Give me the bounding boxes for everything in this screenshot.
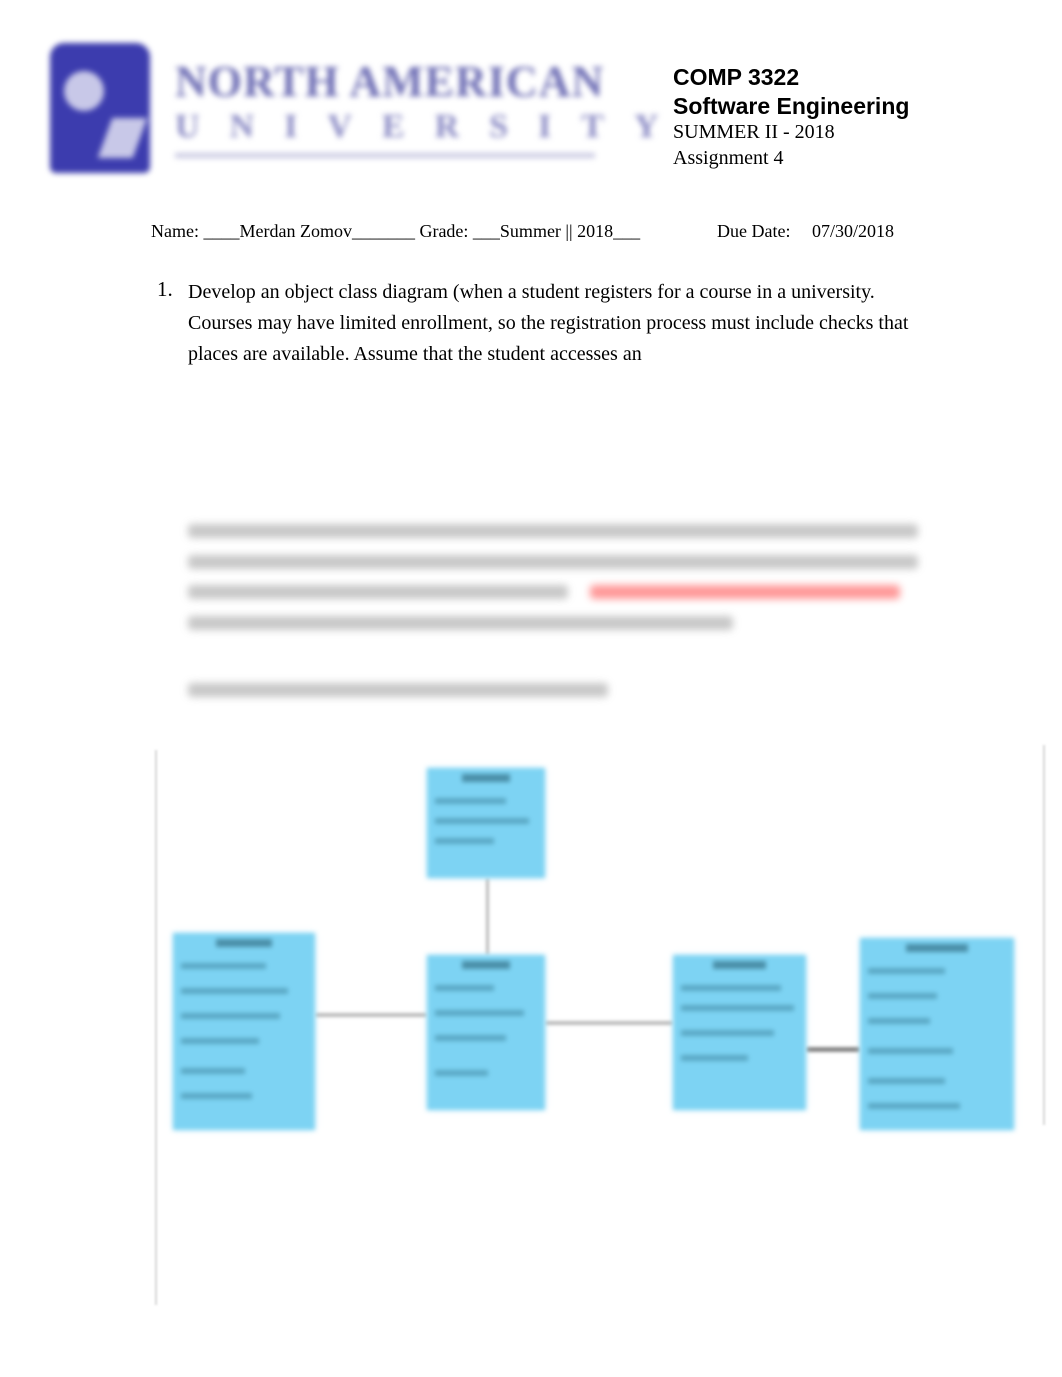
class-box	[673, 955, 806, 1110]
association-line	[806, 1047, 860, 1052]
class-box	[427, 955, 545, 1110]
blurred-highlight-text	[590, 585, 900, 599]
logo-line1: NORTH AMERICAN	[175, 57, 605, 106]
class-box	[427, 768, 545, 878]
class-box	[173, 933, 315, 1130]
blurred-text-line	[188, 524, 918, 538]
course-code: COMP 3322	[673, 64, 800, 90]
due-date-value: 07/30/2018	[812, 221, 895, 241]
class-box	[860, 938, 1014, 1130]
crest-icon	[50, 43, 150, 173]
blurred-text-line	[188, 683, 608, 697]
diagram-frame-left	[155, 750, 157, 1305]
association-line	[486, 878, 489, 955]
question-text: Develop an object class diagram (when a …	[188, 281, 909, 365]
term: SUMMER II - 2018	[673, 121, 835, 143]
question-number: 1.	[157, 277, 173, 301]
blurred-text-line	[188, 585, 568, 599]
assignment-label: Assignment 4	[673, 147, 784, 169]
name-grade-line: Name: ____Merdan Zomov_______ Grade: ___…	[151, 221, 641, 241]
due-date-label: Due Date:	[717, 221, 791, 241]
blurred-text-line	[188, 616, 733, 630]
logo-tagline	[175, 153, 595, 158]
blurred-text-line	[188, 555, 918, 569]
logo-line2: UNIVERSITY	[175, 108, 689, 145]
course-name: Software Engineering	[673, 93, 910, 119]
association-line	[315, 1013, 427, 1017]
university-logo: NORTH AMERICAN UNIVERSITY	[45, 38, 659, 178]
diagram-frame-right	[1043, 745, 1045, 1125]
association-line	[545, 1021, 673, 1025]
